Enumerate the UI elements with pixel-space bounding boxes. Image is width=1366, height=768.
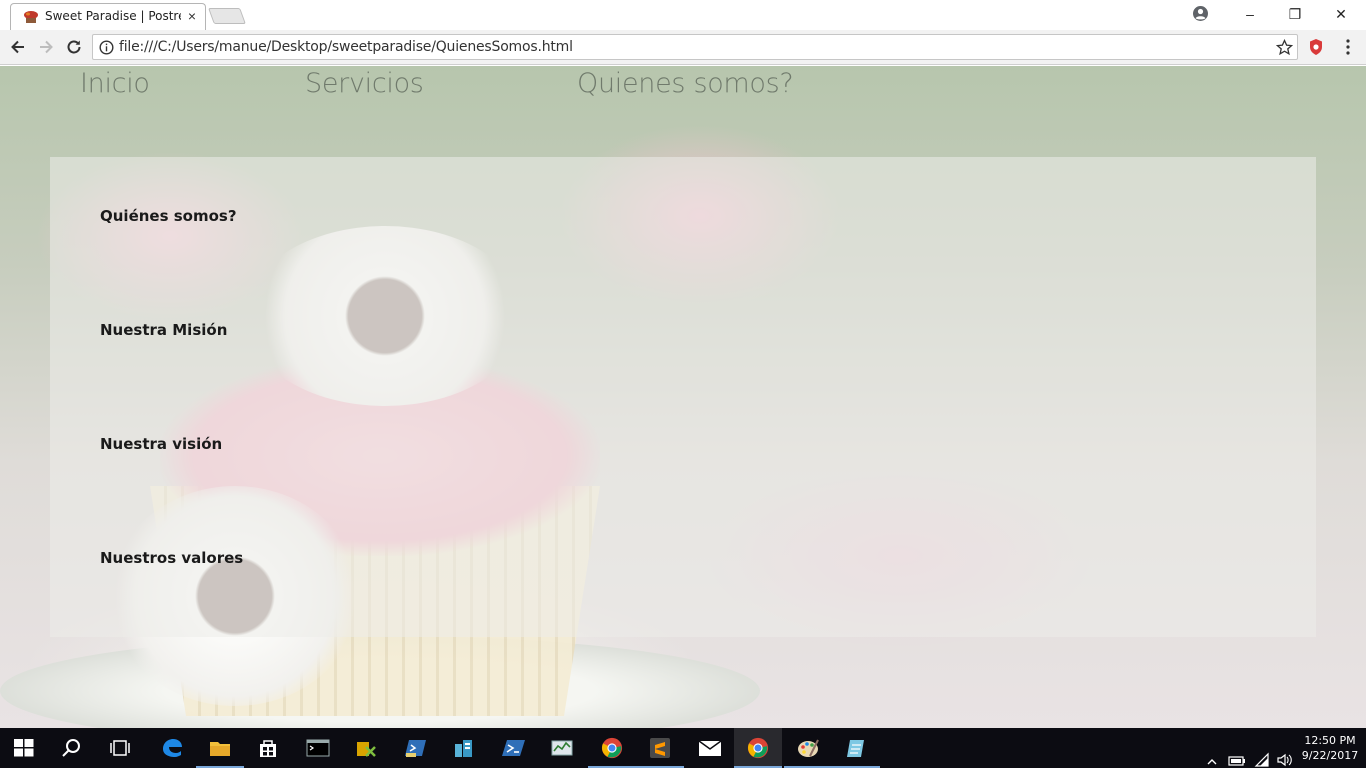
search-icon xyxy=(62,739,80,757)
taskbar-app-cmd[interactable] xyxy=(294,728,342,768)
taskbar-app-powershell-ise[interactable] xyxy=(392,728,440,768)
chrome-menu-icon[interactable] xyxy=(1340,38,1356,56)
tools-icon xyxy=(357,742,376,757)
chrome-icon xyxy=(601,737,623,759)
taskbar-app-mail[interactable] xyxy=(686,728,734,768)
azure-icon xyxy=(455,740,472,757)
cupcake-favicon-icon xyxy=(24,11,38,23)
battery-icon[interactable] xyxy=(1228,741,1246,768)
clock-time: 12:50 PM xyxy=(1304,734,1356,747)
url-text[interactable]: file:///C:/Users/manue/Desktop/sweetpara… xyxy=(119,39,573,55)
bookmark-star-icon[interactable] xyxy=(1276,39,1293,56)
start-button[interactable] xyxy=(0,728,48,768)
wifi-icon[interactable] xyxy=(1254,740,1270,768)
taskbar-app-chrome-active[interactable] xyxy=(734,728,782,768)
notepad-icon xyxy=(847,740,864,757)
system-clock[interactable]: 12:50 PM 9/22/2017 xyxy=(1300,733,1360,763)
taskbar-app-paint[interactable] xyxy=(784,728,832,768)
extension-shield-icon[interactable] xyxy=(1308,38,1324,56)
volume-icon[interactable] xyxy=(1276,740,1294,768)
task-view-icon xyxy=(110,740,130,756)
powershell-ise-icon xyxy=(405,740,426,757)
task-manager-icon xyxy=(551,740,573,756)
taskbar-app-chrome[interactable] xyxy=(588,728,636,768)
taskbar-app-notes[interactable] xyxy=(832,728,880,768)
browser-tab[interactable]: Sweet Paradise | Postres × xyxy=(10,3,206,30)
heading-mision: Nuestra Misión xyxy=(100,321,228,339)
address-bar[interactable]: file:///C:/Users/manue/Desktop/sweetpara… xyxy=(92,34,1298,60)
reload-icon[interactable] xyxy=(64,37,84,57)
nav-link-servicios[interactable]: Servicios xyxy=(305,68,424,99)
taskbar-app-file-explorer[interactable] xyxy=(196,728,244,768)
content-panel: Quiénes somos? Nuestra Misión Nuestra vi… xyxy=(50,157,1316,637)
paint-palette-icon xyxy=(798,739,819,757)
close-window-button[interactable]: ✕ xyxy=(1318,4,1364,26)
powershell-icon xyxy=(502,740,525,756)
heading-quienes-somos: Quiénes somos? xyxy=(100,207,237,225)
taskbar-app-sublime[interactable] xyxy=(636,728,684,768)
taskbar-app-edge[interactable] xyxy=(148,728,196,768)
forward-arrow-icon[interactable] xyxy=(36,37,56,57)
browser-toolbar: file:///C:/Users/manue/Desktop/sweetpara… xyxy=(0,30,1366,65)
taskbar-app-powershell[interactable] xyxy=(490,728,538,768)
terminal-icon xyxy=(306,739,330,757)
tab-close-icon[interactable]: × xyxy=(185,8,199,24)
profile-icon[interactable] xyxy=(1192,5,1209,22)
restore-button[interactable]: ❐ xyxy=(1272,4,1318,26)
tab-strip: Sweet Paradise | Postres × – ❐ ✕ xyxy=(0,0,1366,30)
sublime-text-icon xyxy=(650,738,670,758)
minimize-button[interactable]: – xyxy=(1227,4,1273,26)
new-tab-button[interactable] xyxy=(208,8,246,24)
taskbar-app-tools[interactable] xyxy=(342,728,390,768)
taskbar-app-task-manager[interactable] xyxy=(538,728,586,768)
folder-icon xyxy=(210,742,230,756)
taskbar-app-store[interactable] xyxy=(244,728,292,768)
store-icon xyxy=(260,740,276,757)
chrome-icon xyxy=(747,737,769,759)
main-nav: Inicio Servicios Quienes somos? xyxy=(0,66,1366,110)
heading-vision: Nuestra visión xyxy=(100,435,223,453)
page-viewport: Inicio Servicios Quienes somos? Quiénes … xyxy=(0,66,1366,728)
clock-date: 9/22/2017 xyxy=(1301,749,1359,762)
heading-valores: Nuestros valores xyxy=(100,549,244,567)
nav-link-inicio[interactable]: Inicio xyxy=(80,68,150,99)
taskbar-search-button[interactable] xyxy=(48,728,96,768)
tray-chevron-up-icon[interactable] xyxy=(1206,742,1218,768)
back-arrow-icon[interactable] xyxy=(8,37,28,57)
info-icon[interactable] xyxy=(99,40,114,55)
windows-taskbar: 12:50 PM 9/22/2017 xyxy=(0,728,1366,768)
task-view-button[interactable] xyxy=(96,728,144,768)
edge-icon xyxy=(163,739,182,757)
taskbar-app-azure[interactable] xyxy=(440,728,488,768)
mail-icon xyxy=(698,740,722,756)
tab-title: Sweet Paradise | Postres xyxy=(45,9,181,23)
nav-link-quienes-somos[interactable]: Quienes somos? xyxy=(577,68,794,99)
windows-logo-icon xyxy=(14,739,34,757)
